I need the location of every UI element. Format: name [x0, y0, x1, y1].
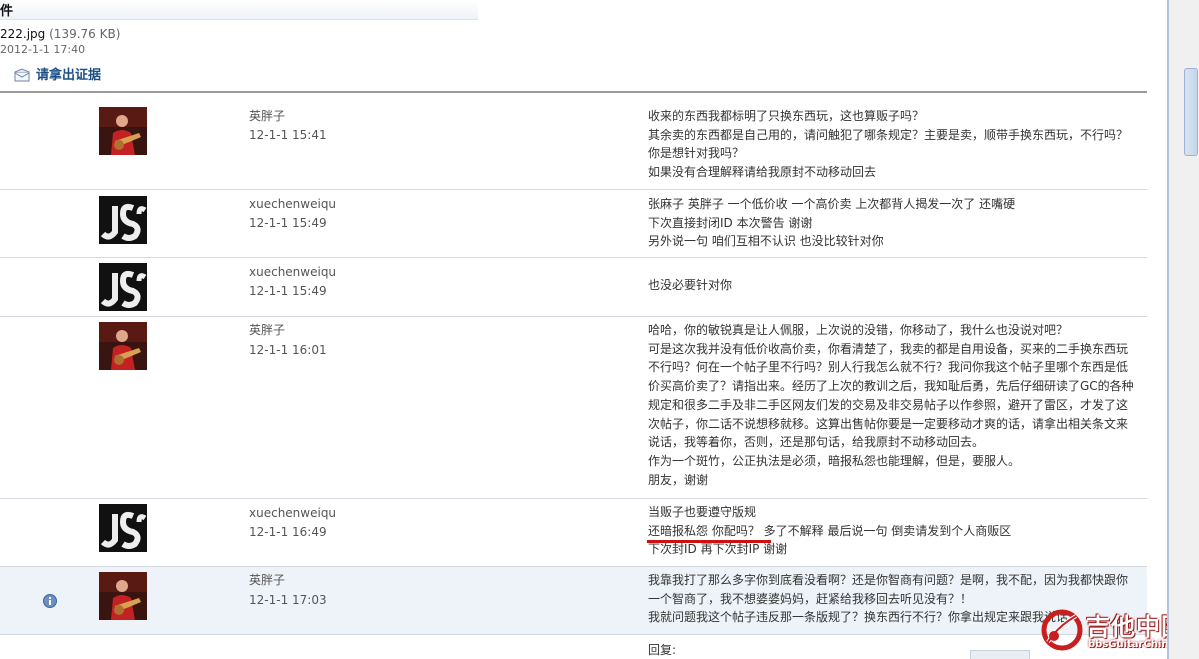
post-row: 英胖子 12-1-1 15:41 收来的东西我都标明了只换东西玩，这也算贩子吗？… [0, 93, 1147, 190]
post-time: 12-1-1 15:49 [249, 284, 327, 298]
message-line: 规定和很多二手及非二手区网友们发的交易及非交易帖子以作参照，避开了雷区，才发了这 [648, 397, 1129, 412]
bottom-toolbar[interactable] [970, 650, 1030, 659]
post-row: 英胖子 12-1-1 16:01 哈哈，你的敏锐真是让人佩服，上次说的没错，你移… [0, 317, 1147, 499]
post-username[interactable]: 英胖子 [249, 571, 285, 590]
attachment-name[interactable]: 222.jpg [0, 27, 45, 41]
post-row: xuechenweiqu 12-1-1 15:49 也没必要针对你 [0, 258, 1147, 317]
post-time: 12-1-1 15:41 [249, 128, 327, 142]
post-message: 收来的东西我都标明了只换东西玩，这也算贩子吗？ 其余卖的东西都是自己用的，请问触… [648, 107, 1138, 182]
highlight-underline [647, 540, 771, 543]
message-line: 当贩子也要遵守版规 [648, 505, 757, 519]
post-username[interactable]: xuechenweiqu [249, 504, 336, 523]
logo-avatar[interactable] [99, 504, 147, 552]
post-username[interactable]: 英胖子 [249, 107, 285, 126]
message-line: 价买高价卖了？请指出来。经历了上次的教训之后，我知耻后勇，先后仔细研读了GC的各… [648, 379, 1134, 394]
post-row: xuechenweiqu 12-1-1 15:49 张麻子 英胖子 一个低价收 … [0, 190, 1147, 258]
post-time: 12-1-1 16:49 [249, 525, 327, 539]
message-line: 朋友，谢谢 [648, 472, 709, 487]
scrollbar-thumb[interactable] [1184, 68, 1198, 156]
message-line: 说话，我等着你，否则，还是那句话，给我原封不动移动回去。 [648, 435, 985, 450]
info-icon[interactable] [43, 593, 57, 608]
message-line: 另外说一句 咱们互相不认识 也没比较针对你 [648, 234, 884, 249]
message-line: 也没必要针对你 [648, 278, 733, 292]
message-line: 可是这次我并没有低价收高价卖，你看清楚了，我卖的都是自用设备，买来的二手换东西玩 [648, 341, 1129, 356]
message-line: 不行吗？何在一个帖子里不行吗？别人行我怎么就不行？我问你我这个帖子里哪个东西是低 [648, 360, 1129, 375]
attachment-date: 2012-1-1 17:40 [0, 43, 86, 56]
post-message: 也没必要针对你 [648, 276, 1138, 295]
envelope-icon [14, 67, 30, 81]
post-username[interactable]: xuechenweiqu [249, 263, 336, 282]
post-message: 张麻子 英胖子 一个低价收 一个高价卖 上次都背人揭发一次了 还嘴硬 下次直接封… [648, 195, 1138, 251]
message-line: 张麻子 英胖子 一个低价收 一个高价卖 上次都背人揭发一次了 还嘴硬 [648, 197, 1016, 211]
message-line: 下次封ID 再下次封IP 谢谢 [648, 542, 788, 557]
guitarist-avatar[interactable] [99, 572, 147, 620]
top-bar: 件 [0, 0, 478, 20]
post-time: 12-1-1 15:49 [249, 216, 327, 230]
message-line: 如果没有合理解释请给我原封不动移动回去 [648, 165, 877, 180]
post-message: 哈哈，你的敏锐真是让人佩服，上次说的没错，你移动了，我什么也没说对吧？ 可是这次… [648, 321, 1138, 489]
post-message: 当贩子也要遵守版规 还暗报私怨 你配吗？ 多了不解释 最后说一句 倒卖请发到个人… [648, 503, 1138, 559]
post-username[interactable]: 英胖子 [249, 321, 285, 340]
guitarist-avatar[interactable] [99, 107, 147, 155]
post-row: xuechenweiqu 12-1-1 16:49 当贩子也要遵守版规 还暗报私… [0, 499, 1147, 567]
logo-avatar[interactable] [99, 196, 147, 244]
message-line: 其余卖的东西都是自己用的，请问触犯了哪条规定？主要是卖，顺带手换东西玩，不行吗？ [648, 127, 1129, 142]
message-line: 还暗报私怨 你配吗？ 多了不解释 最后说一句 倒卖请发到个人商贩区 [648, 523, 1012, 538]
logo-avatar[interactable] [99, 263, 147, 311]
thread-title[interactable]: 请拿出证据 [36, 64, 101, 83]
page-title: 件 [0, 4, 14, 19]
attachment-info: 222.jpg (139.76 KB) [0, 27, 120, 41]
message-line: 次帖子，你二话不说想移就移。这算出售帖你要是一定要移动才爽的话，请拿出相关条文来 [648, 416, 1129, 431]
guitar-logo-icon [1041, 609, 1083, 651]
content-edge-line [1167, 0, 1169, 659]
post-row: 英胖子 12-1-1 17:03 我靠我打了那么多字你到底看没看啊？还是你智商有… [0, 567, 1147, 635]
message-line: 收来的东西我都标明了只换东西玩，这也算贩子吗？ [648, 109, 925, 123]
guitarist-avatar[interactable] [99, 322, 147, 370]
thread-heading: 请拿出证据 [14, 64, 101, 83]
message-line: 哈哈，你的敏锐真是让人佩服，上次说的没错，你移动了，我什么也没说对吧？ [648, 323, 1069, 337]
attachment-size: (139.76 KB) [49, 27, 121, 41]
message-line: 作为一个斑竹，公正执法是必须，暗报私怨也能理解，但是，要服人。 [648, 453, 1021, 468]
post-time: 12-1-1 17:03 [249, 593, 327, 607]
message-line: 下次直接封闭ID 本次警告 谢谢 [648, 215, 813, 230]
post-time: 12-1-1 16:01 [249, 343, 327, 357]
message-line: 我靠我打了那么多字你到底看没看啊？还是你智商有问题？是啊，我不配，因为我都快跟你 [648, 573, 1129, 587]
message-line: 你是想针对我吗？ [648, 146, 745, 161]
post-username[interactable]: xuechenweiqu [249, 195, 336, 214]
